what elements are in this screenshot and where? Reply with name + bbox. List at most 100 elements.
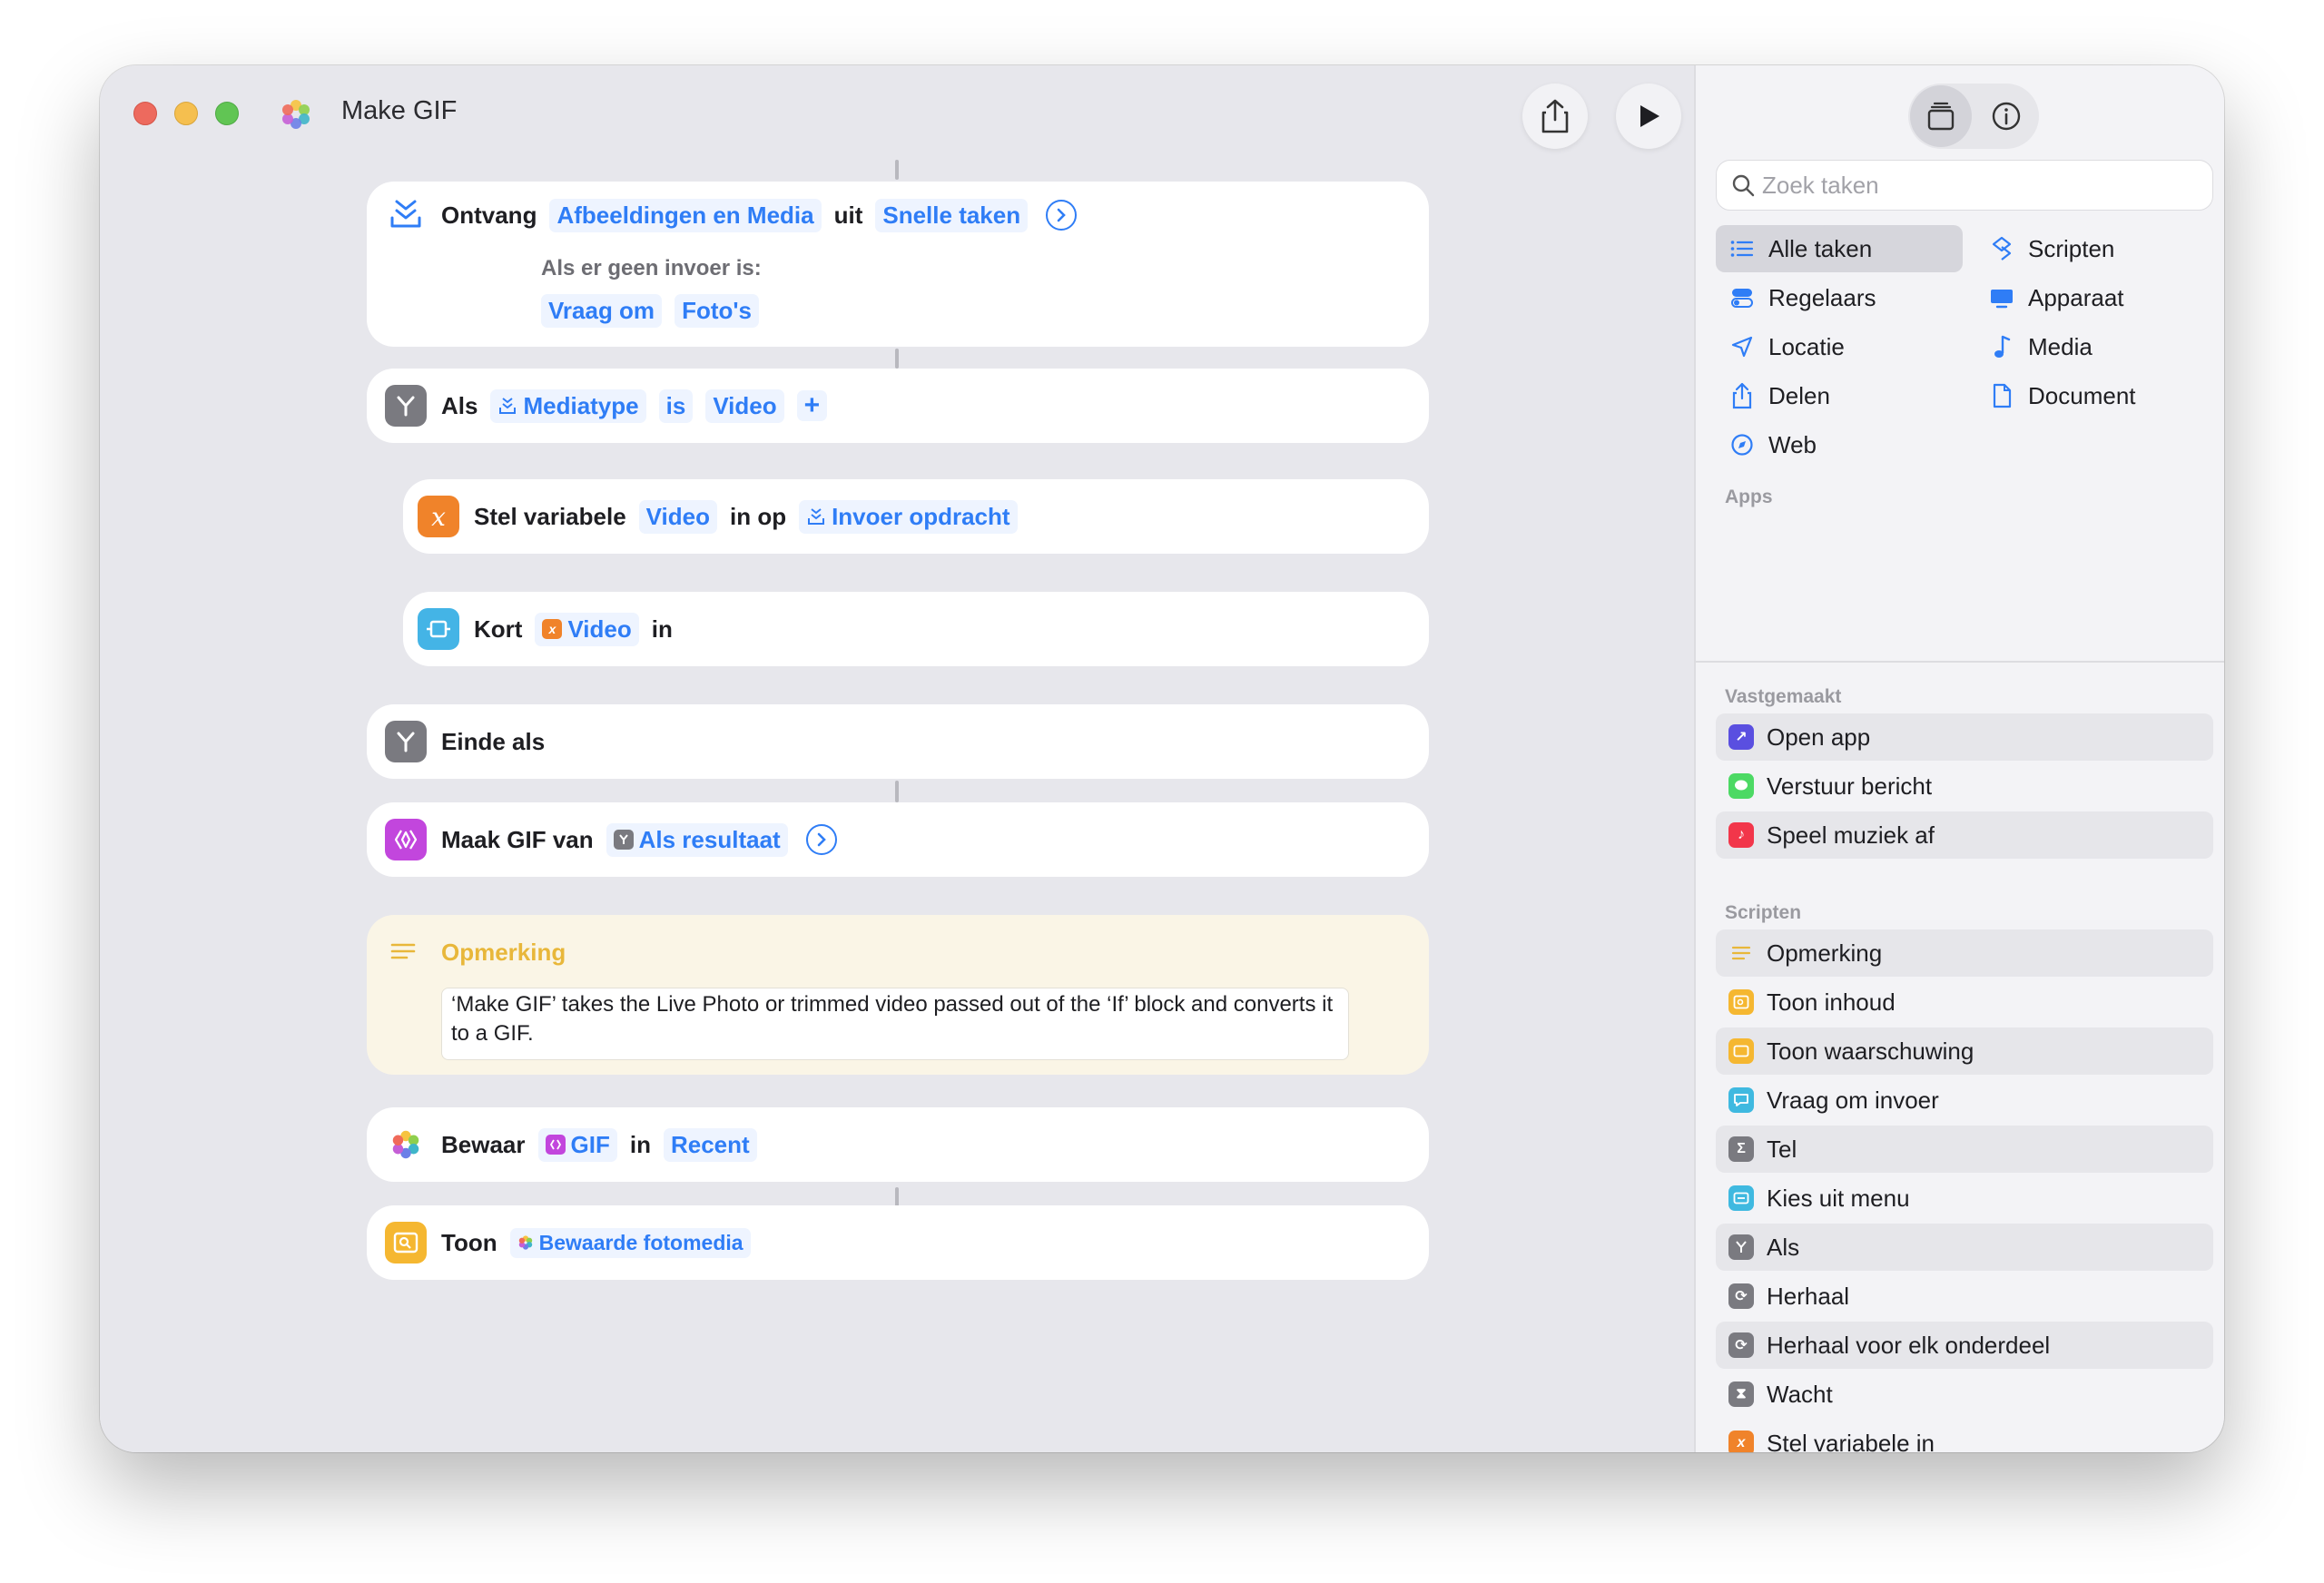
script-action-count[interactable]: Σ Tel bbox=[1716, 1126, 2213, 1173]
action-trim[interactable]: Kort x Video in bbox=[403, 592, 1429, 666]
category-device[interactable]: Apparaat bbox=[1975, 274, 2124, 321]
category-scripting[interactable]: Scripten bbox=[1975, 225, 2114, 272]
category-documents[interactable]: Document bbox=[1975, 372, 2136, 419]
run-button[interactable] bbox=[1616, 84, 1681, 149]
script-action-show-result[interactable]: Toon inhoud bbox=[1716, 978, 2213, 1026]
search-input[interactable] bbox=[1762, 171, 2198, 200]
save-input-label: GIF bbox=[570, 1130, 610, 1158]
variable-value-token[interactable]: Invoer opdracht bbox=[799, 499, 1018, 534]
branch-icon bbox=[613, 830, 634, 850]
script-action-if[interactable]: Als bbox=[1716, 1224, 2213, 1271]
action-save[interactable]: Bewaar GIF in Recent bbox=[367, 1107, 1429, 1182]
category-controls[interactable]: Regelaars bbox=[1716, 274, 1876, 321]
pinned-action-play-music[interactable]: ♪ Speel muziek af bbox=[1716, 811, 2213, 859]
info-tab[interactable] bbox=[1975, 85, 2037, 147]
input-type-token[interactable]: Afbeeldingen en Media bbox=[549, 198, 822, 232]
shortcut-input-icon bbox=[808, 508, 825, 525]
action-keyword: Ontvang bbox=[441, 201, 537, 229]
variable-value-label: Invoer opdracht bbox=[832, 502, 1010, 530]
pinned-section-label: Vastgemaakt bbox=[1725, 686, 1842, 707]
gif-input-token[interactable]: Als resultaat bbox=[606, 822, 788, 857]
action-label: Herhaal bbox=[1767, 1282, 1850, 1310]
trim-media-icon bbox=[418, 608, 459, 650]
category-sharing[interactable]: Delen bbox=[1716, 372, 1830, 419]
action-comment[interactable]: Opmerking ‘Make GIF’ takes the Live Phot… bbox=[367, 915, 1429, 1075]
script-action-ask-input[interactable]: Vraag om invoer bbox=[1716, 1077, 2213, 1124]
action-end-if[interactable]: Einde als bbox=[367, 704, 1429, 779]
fallback-type-token[interactable]: Foto's bbox=[675, 294, 760, 328]
location-arrow-icon bbox=[1728, 333, 1756, 360]
branch-icon bbox=[1728, 1234, 1754, 1260]
action-make-gif[interactable]: Maak GIF van Als resultaat bbox=[367, 802, 1429, 877]
show-input-label: Bewaarde fotomedia bbox=[538, 1230, 743, 1254]
action-set-variable[interactable]: x Stel variabele Video in op Invoer opdr… bbox=[403, 479, 1429, 554]
variable-name-token[interactable]: Video bbox=[638, 499, 717, 534]
add-condition-button[interactable]: + bbox=[796, 390, 828, 421]
album-token[interactable]: Recent bbox=[663, 1127, 757, 1162]
action-label: Stel variabele in bbox=[1767, 1429, 1935, 1453]
save-input-token[interactable]: GIF bbox=[537, 1127, 617, 1162]
condition-input-token[interactable]: Mediatype bbox=[490, 388, 646, 423]
share-button[interactable] bbox=[1522, 84, 1588, 149]
scripting-section-label: Scripten bbox=[1725, 902, 1802, 923]
action-label: Herhaal voor elk onderdeel bbox=[1767, 1331, 2051, 1359]
trim-input-token[interactable]: x Video bbox=[535, 612, 639, 646]
script-action-repeat-each[interactable]: ⟳ Herhaal voor elk onderdeel bbox=[1716, 1322, 2213, 1369]
category-label: Apparaat bbox=[2028, 283, 2124, 311]
action-show[interactable]: Toon Bewaarde fotomedia bbox=[367, 1205, 1429, 1280]
comment-text-field[interactable]: ‘Make GIF’ takes the Live Photo or trimm… bbox=[441, 988, 1349, 1060]
zoom-button[interactable] bbox=[215, 102, 239, 125]
action-keyword: Toon bbox=[441, 1228, 497, 1256]
fallback-action-token[interactable]: Vraag om bbox=[541, 294, 663, 328]
action-keyword: Kort bbox=[474, 615, 523, 643]
trim-input-label: Video bbox=[567, 615, 632, 643]
expand-chevron-icon[interactable] bbox=[805, 824, 837, 855]
alert-icon bbox=[1728, 1038, 1754, 1064]
script-action-show-alert[interactable]: Toon waarschuwing bbox=[1716, 1027, 2213, 1075]
close-button[interactable] bbox=[133, 102, 157, 125]
action-label: Open app bbox=[1767, 723, 1871, 751]
script-action-wait[interactable]: ⧗ Wacht bbox=[1716, 1371, 2213, 1418]
category-media[interactable]: Media bbox=[1975, 323, 2093, 370]
category-label: Delen bbox=[1768, 381, 1830, 409]
category-label: Web bbox=[1768, 430, 1817, 458]
no-input-label: Als er geen invoer is: bbox=[541, 256, 762, 280]
workflow-editor: Make GIF Ontvang Afbeeldingen en Media u… bbox=[100, 65, 1694, 1452]
library-tab[interactable] bbox=[1910, 85, 1972, 147]
script-action-set-variable[interactable]: x Stel variabele in bbox=[1716, 1420, 2213, 1452]
script-action-comment[interactable]: Opmerking bbox=[1716, 929, 2213, 977]
script-action-repeat[interactable]: ⟳ Herhaal bbox=[1716, 1273, 2213, 1320]
action-label: Toon inhoud bbox=[1767, 988, 1896, 1016]
expand-chevron-icon[interactable] bbox=[1046, 200, 1078, 231]
show-input-token[interactable]: Bewaarde fotomedia bbox=[509, 1227, 751, 1258]
music-note-icon bbox=[1988, 333, 2015, 360]
action-if[interactable]: Als Mediatype is Video + bbox=[367, 369, 1429, 443]
pinned-action-open-app[interactable]: ↗ Open app bbox=[1716, 713, 2213, 761]
category-label: Locatie bbox=[1768, 332, 1845, 360]
comment-lines-icon bbox=[390, 943, 416, 959]
category-location[interactable]: Locatie bbox=[1716, 323, 1845, 370]
minimize-button[interactable] bbox=[174, 102, 198, 125]
condition-value-token[interactable]: Video bbox=[705, 388, 784, 423]
quick-look-icon bbox=[1728, 989, 1754, 1015]
condition-operator-token[interactable]: is bbox=[658, 388, 694, 423]
search-field[interactable] bbox=[1716, 160, 2213, 211]
script-action-choose-menu[interactable]: Kies uit menu bbox=[1716, 1175, 2213, 1222]
comment-lines-icon bbox=[1728, 940, 1754, 966]
sidebar-divider bbox=[1696, 661, 2224, 663]
action-keyword: Stel variabele bbox=[474, 502, 626, 530]
source-token[interactable]: Snelle taken bbox=[875, 198, 1029, 232]
action-library-sidebar: Alle taken Scripten Regelaars Apparaat L… bbox=[1694, 65, 2224, 1452]
category-label: Document bbox=[2028, 381, 2136, 409]
action-keyword: uit bbox=[833, 201, 863, 229]
open-app-icon: ↗ bbox=[1728, 724, 1754, 750]
action-label: Kies uit menu bbox=[1767, 1184, 1910, 1212]
category-web[interactable]: Web bbox=[1716, 421, 1817, 468]
category-all-actions[interactable]: Alle taken bbox=[1716, 225, 1963, 272]
pinned-action-send-message[interactable]: Verstuur bericht bbox=[1716, 762, 2213, 810]
action-receive[interactable]: Ontvang Afbeeldingen en Media uit Snelle… bbox=[367, 182, 1429, 347]
window-title: Make GIF bbox=[341, 96, 458, 125]
document-icon bbox=[1988, 382, 2015, 409]
search-icon bbox=[1732, 174, 1755, 197]
category-label: Scripten bbox=[2028, 234, 2115, 262]
